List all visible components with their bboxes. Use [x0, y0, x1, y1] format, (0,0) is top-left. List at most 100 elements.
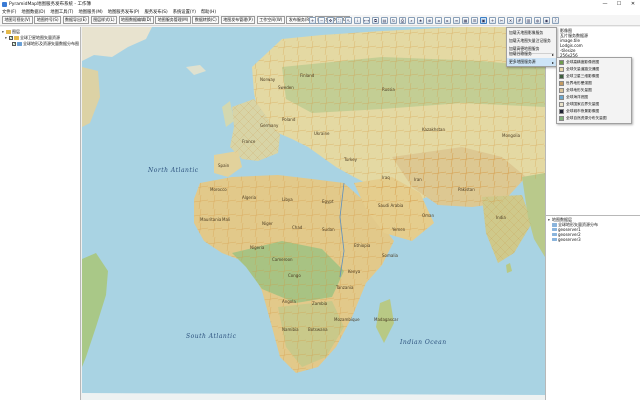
collapse-icon[interactable]: ▾ [5, 36, 8, 40]
basemap-thumbnail-icon [559, 95, 564, 100]
zoom-prev-icon[interactable]: ◂ [435, 17, 442, 24]
raster-layer-icon [17, 42, 22, 46]
submenu-arrow-icon: ▸ [551, 59, 554, 65]
group-checkbox[interactable]: ✓ [9, 36, 13, 40]
menu-item-more-sources[interactable]: 更多地图服务源 ▸ [507, 58, 556, 66]
menu-item-label: 加载天地图矢量注记服务 [509, 38, 551, 43]
menu-help[interactable]: 帮助(H) [201, 9, 216, 15]
basemap-context-menu: 加载天地图影像服务 加载天地图矢量注记服务 加载高德地图服务 加载谷歌服务 ▸ … [506, 27, 557, 67]
toolbar-button-visualize[interactable]: 地图可视化(V) [2, 16, 33, 24]
menu-item-tianditu-vector[interactable]: 加载天地图矢量注记服务 [507, 37, 556, 45]
country-label: Iraq [382, 175, 390, 180]
menu-file[interactable]: 文件(F) [2, 9, 16, 15]
toolbar-button-service-manage[interactable]: 地图服务管理(M) [155, 16, 191, 24]
grid-icon[interactable]: # [516, 17, 523, 24]
refresh-icon[interactable]: ↻ [390, 17, 397, 24]
country-label: Morocco [210, 187, 227, 192]
menu-item-label: 加载谷歌服务 [509, 51, 532, 56]
country-label: Oman [422, 213, 435, 218]
menu-item-tianditu-image[interactable]: 加载天地图影像服务 [507, 29, 556, 37]
add-data-icon[interactable]: + [489, 17, 496, 24]
toolbar-button-symbols[interactable]: 地图符号(S) [34, 16, 62, 24]
toolbar-button-export[interactable]: 数据导出(E) [62, 16, 90, 24]
globe-alt-icon[interactable]: ◉ [543, 17, 550, 24]
menu-item-label: 加载天地图影像服务 [509, 30, 544, 35]
toolbar-button-workspace[interactable]: 工作空间(W) [256, 16, 285, 24]
submenu-item[interactable]: 全球自然资源分布矢量图 [557, 115, 631, 122]
menu-publish[interactable]: 服务发布(S) [144, 9, 167, 15]
menu-settings[interactable]: 系统设置(Y) [173, 9, 196, 15]
country-label: Mongolia [502, 133, 521, 138]
toolbar-button-publish-manage[interactable]: 地图发布管理(P) [220, 16, 256, 24]
country-label: Egypt [322, 199, 334, 204]
country-label: Algeria [242, 195, 257, 200]
country-label: Zambia [312, 301, 328, 306]
bookmark-icon[interactable]: ★ [417, 17, 424, 24]
layers-icon[interactable]: ≡ [453, 17, 460, 24]
zoom-out-icon[interactable]: − [318, 17, 325, 24]
layer-tree-panel: ▾ 图层 ▾ ✓ 全球卫星地图矢量资源 ✓ 全球地形及资源矢量数据分布图 [0, 27, 81, 400]
menu-map-service[interactable]: 地图服务(M) [78, 9, 102, 15]
close-icon[interactable]: ✕ [507, 17, 514, 24]
ocean-label: Indian Ocean [400, 339, 447, 346]
country-label: Sudan [322, 227, 335, 232]
submenu-item[interactable]: 全球矢量道路交通图 [557, 66, 631, 73]
toolbar-button-layer-style[interactable]: 图层样式(L) [90, 16, 118, 24]
tree-layer[interactable]: ✓ 全球地形及资源矢量数据分布图 [12, 41, 79, 47]
copy-icon[interactable]: ⧉ [372, 17, 379, 24]
basemap-icon[interactable]: ▣ [480, 17, 487, 24]
close-button[interactable]: ✕ [626, 0, 640, 8]
collapse-icon[interactable]: ▾ [2, 30, 5, 34]
paste-icon[interactable]: ▤ [381, 17, 388, 24]
table-icon[interactable]: ▦ [462, 17, 469, 24]
country-label: India [496, 215, 506, 220]
menu-service-publish[interactable]: 地图服务发布(P) [108, 9, 140, 15]
magnify-icon[interactable]: ⊕ [426, 17, 433, 24]
identify-icon[interactable]: i [354, 17, 361, 24]
data-layer-item[interactable]: geoserver3 [552, 237, 581, 242]
toolbar-button-convert[interactable]: 数据转换(C) [192, 16, 220, 24]
search-icon[interactable]: ⌕ [408, 17, 415, 24]
country-label: Spain [218, 163, 230, 168]
toolbar-button-edit[interactable]: 地图数据编辑(D) [118, 16, 154, 24]
menu-item-google[interactable]: 加载谷歌服务 ▸ [507, 50, 556, 58]
country-label: Kazakhstan [422, 127, 446, 132]
legend-icon[interactable]: ☰ [471, 17, 478, 24]
menu-map-data[interactable]: 地图数据(D) [21, 9, 45, 15]
data-layer-panel: ▾ 地图数据层 全球地形矢量资源分布 geoserver1 geoserver2… [546, 215, 640, 400]
map-canvas[interactable]: North Atlantic South Atlantic Indian Oce… [82, 27, 545, 400]
basemap-thumbnail-icon [559, 60, 564, 65]
help-icon[interactable]: ? [552, 17, 559, 24]
chart-icon[interactable]: ▥ [525, 17, 532, 24]
submenu-item[interactable]: 全球高精度影像底图 [557, 59, 631, 66]
submenu-item-label: 世界地形晕渲图 [566, 81, 592, 85]
country-label: France [242, 139, 256, 144]
maximize-button[interactable]: ☐ [612, 0, 626, 8]
select-icon[interactable]: ↖ [345, 17, 352, 24]
measure-icon[interactable]: ⟷ [363, 17, 370, 24]
pan-icon[interactable]: ✥ [327, 17, 334, 24]
zoom-in-icon[interactable]: + [309, 17, 316, 24]
submenu-item[interactable]: 全球卫星三维影像图 [557, 73, 631, 80]
minimize-button[interactable]: — [598, 0, 612, 8]
layer-checkbox[interactable]: ✓ [12, 42, 16, 46]
submenu-item[interactable]: 世界地形晕渲图 [557, 80, 631, 87]
remove-icon[interactable]: ✂ [498, 17, 505, 24]
title-bar: PyramidMap地图服务发布系统 - 工作簿 — ☐ ✕ [0, 0, 640, 8]
submenu-item[interactable]: 全球海洋底图 [557, 94, 631, 101]
basemap-thumbnail-icon [559, 88, 564, 93]
submenu-item[interactable]: 全球国家边界矢量图 [557, 101, 631, 108]
print-icon[interactable]: ⎙ [399, 17, 406, 24]
menu-map-tools[interactable]: 地图工具(T) [50, 9, 73, 15]
zoom-next-icon[interactable]: ▸ [444, 17, 451, 24]
folder-icon [6, 30, 11, 34]
country-label: Namibia [282, 327, 299, 332]
submenu-item[interactable]: 全球城市夜景影像图 [557, 108, 631, 115]
country-label: Chad [292, 225, 303, 230]
full-extent-icon[interactable]: ⛶ [336, 17, 343, 24]
collapse-icon[interactable]: ▾ [548, 218, 551, 222]
basemap-thumbnail-icon [559, 81, 564, 86]
globe-icon[interactable]: ◍ [534, 17, 541, 24]
submenu-item[interactable]: 全球地形矢量图 [557, 87, 631, 94]
basemap-submenu: 全球高精度影像底图 全球矢量道路交通图 全球卫星三维影像图 世界地形晕渲图 全球… [556, 57, 632, 124]
